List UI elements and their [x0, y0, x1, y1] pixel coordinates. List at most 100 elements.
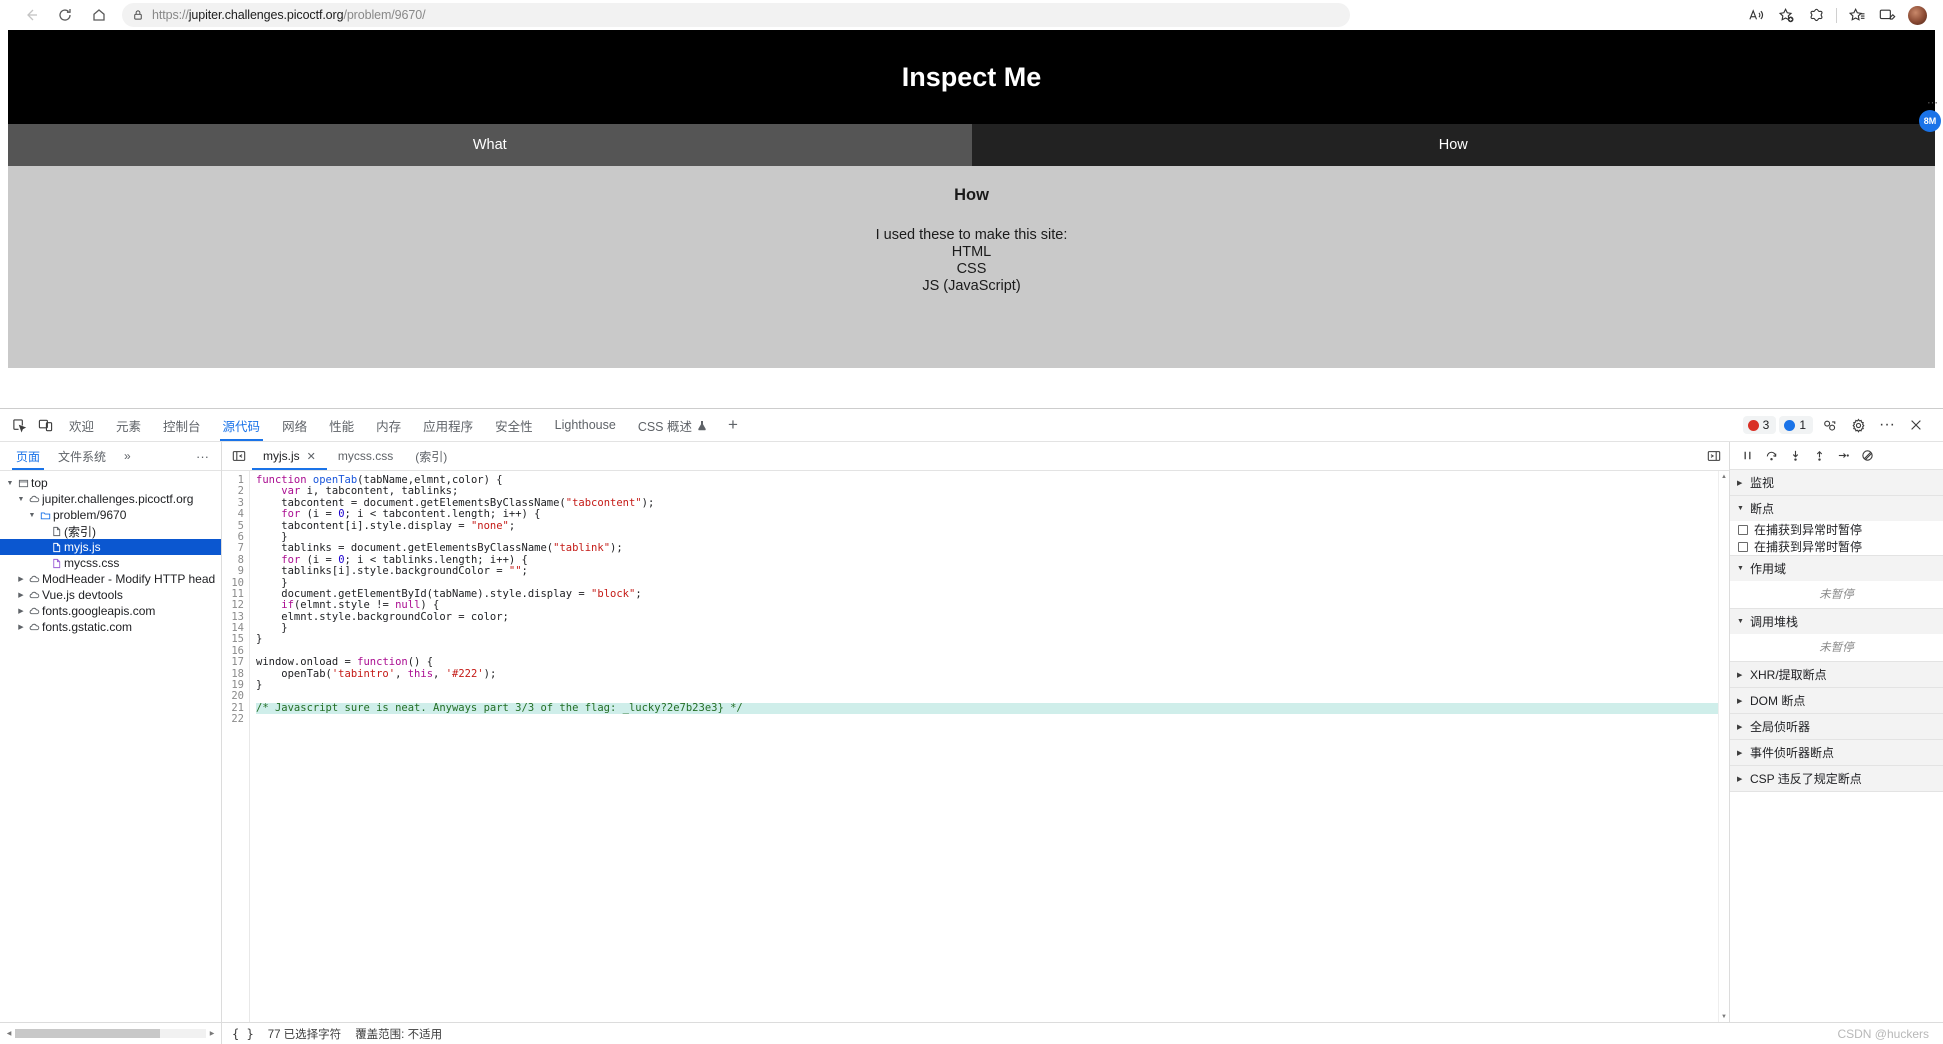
navigator-tab-filesystem[interactable]: 文件系统	[50, 442, 114, 470]
code-line[interactable]: tablinks[i].style.backgroundColor = "";	[256, 565, 1718, 577]
checkbox-icon[interactable]	[1738, 541, 1748, 552]
code-line-highlighted[interactable]: /* Javascript sure is neat. Anyways part…	[256, 702, 1718, 715]
tab-css-overview[interactable]: CSS 概述	[627, 409, 718, 441]
hscroll-track[interactable]	[15, 1029, 206, 1038]
browser-essentials-icon[interactable]	[1801, 2, 1831, 28]
file-tree-item[interactable]: ▼ top	[0, 475, 221, 491]
navigator-tab-page[interactable]: 页面	[8, 442, 48, 470]
debugger-section-header[interactable]: ▶ 监视	[1730, 470, 1943, 495]
file-tree-item[interactable]: ▶ fonts.gstatic.com	[0, 619, 221, 635]
breakpoint-checkbox-row[interactable]: 在捕获到异常时暂停	[1730, 521, 1943, 538]
file-tree-item[interactable]: ▼ jupiter.challenges.picoctf.org	[0, 491, 221, 507]
close-icon[interactable]	[1903, 412, 1929, 438]
read-aloud-icon[interactable]	[1741, 2, 1771, 28]
device-toolbar-icon[interactable]	[32, 412, 58, 438]
editor-tab-index[interactable]: (索引)	[404, 442, 458, 470]
line-number[interactable]: 4	[222, 508, 244, 520]
code-editor[interactable]: 1 2 3 4 5 6 7 8 9 10 11 12 13 14 15 16 17 18 19 20 21 22 func…	[222, 471, 1729, 1022]
file-tree-item[interactable]: (索引)	[0, 523, 221, 539]
line-number[interactable]: 22	[222, 713, 244, 725]
debugger-section-header[interactable]: ▶ DOM 断点	[1730, 688, 1943, 713]
step-out-icon[interactable]	[1808, 445, 1830, 467]
checkbox-icon[interactable]	[1738, 524, 1748, 535]
reload-button[interactable]	[48, 2, 82, 28]
debugger-section-header[interactable]: ▼ 断点	[1730, 496, 1943, 521]
add-favorite-icon[interactable]	[1771, 2, 1801, 28]
debugger-section-header[interactable]: ▶ 事件侦听器断点	[1730, 740, 1943, 765]
message-counter[interactable]: 1	[1779, 416, 1813, 434]
devtools-settings-alt-icon[interactable]	[1816, 412, 1842, 438]
extension-overflow-icon[interactable]: ⋯	[1927, 96, 1939, 109]
pretty-print-button[interactable]: { }	[232, 1027, 254, 1041]
pause-resume-icon[interactable]	[1736, 445, 1758, 467]
tab-performance[interactable]: 性能	[318, 409, 365, 441]
step-over-icon[interactable]	[1760, 445, 1782, 467]
step-icon[interactable]	[1832, 445, 1854, 467]
file-tree-item[interactable]: ▶ fonts.googleapis.com	[0, 603, 221, 619]
file-tree-item[interactable]: ▼ problem/9670	[0, 507, 221, 523]
editor-tab-mycss[interactable]: mycss.css	[327, 442, 404, 470]
breakpoint-checkbox-row[interactable]: 在捕获到异常时暂停	[1730, 538, 1943, 555]
tab-memory[interactable]: 内存	[365, 409, 412, 441]
line-number[interactable]: 12	[222, 599, 244, 611]
tab-sources[interactable]: 源代码	[212, 409, 272, 441]
tab-application[interactable]: 应用程序	[412, 409, 484, 441]
file-tree-item[interactable]: mycss.css	[0, 555, 221, 571]
step-into-icon[interactable]	[1784, 445, 1806, 467]
tab-network[interactable]: 网络	[271, 409, 318, 441]
page-tab-what[interactable]: What	[8, 124, 972, 166]
line-number[interactable]: 17	[222, 656, 244, 668]
navigator-horizontal-scrollbar[interactable]: ◀ ▶	[0, 1023, 222, 1044]
page-tab-how[interactable]: How	[971, 124, 1935, 166]
toggle-navigator-icon[interactable]	[226, 443, 252, 469]
toggle-debugger-sidebar-icon[interactable]	[1707, 449, 1721, 463]
code-line[interactable]: openTab('tabintro', this, '#222');	[256, 668, 1718, 680]
split-screen-icon[interactable]	[1872, 2, 1902, 28]
address-bar[interactable]: https://jupiter.challenges.picoctf.org/p…	[122, 3, 1350, 27]
add-panel-button[interactable]: +	[718, 409, 748, 441]
tab-console[interactable]: 控制台	[152, 409, 212, 441]
tree-collapse-icon[interactable]: ▼	[4, 480, 16, 487]
back-button[interactable]	[14, 2, 48, 28]
file-tree-item[interactable]: ▶ Vue.js devtools	[0, 587, 221, 603]
debugger-section-header[interactable]: ▼ 作用域	[1730, 556, 1943, 581]
tree-expand-icon[interactable]: ▶	[15, 591, 27, 599]
code-text[interactable]: function openTab(tabName,elmnt,color) { …	[250, 471, 1718, 1022]
code-line[interactable]	[256, 714, 1718, 725]
scroll-up-arrow-icon[interactable]: ▲	[1719, 471, 1729, 482]
navigator-more-menu-icon[interactable]: ···	[196, 449, 213, 464]
file-tree-item[interactable]: ▶ ModHeader - Modify HTTP head	[0, 571, 221, 587]
editor-tab-myjs[interactable]: myjs.js ✕	[252, 442, 327, 470]
tree-expand-icon[interactable]: ▶	[15, 607, 27, 615]
tab-welcome[interactable]: 欢迎	[58, 409, 105, 441]
more-options-icon[interactable]: ···	[1874, 412, 1900, 438]
error-counter[interactable]: 3	[1742, 416, 1777, 434]
code-line[interactable]: function openTab(tabName,elmnt,color) {	[256, 474, 1718, 486]
deactivate-breakpoints-icon[interactable]	[1856, 445, 1878, 467]
gear-icon[interactable]	[1845, 412, 1871, 438]
code-line[interactable]: document.getElementById(tabName).style.d…	[256, 588, 1718, 600]
debugger-section-header[interactable]: ▶ CSP 违反了规定断点	[1730, 766, 1943, 791]
line-number[interactable]: 9	[222, 565, 244, 577]
file-tree-item-selected[interactable]: myjs.js	[0, 539, 221, 555]
tab-security[interactable]: 安全性	[484, 409, 544, 441]
code-line[interactable]: }	[256, 622, 1718, 634]
code-line[interactable]: }	[256, 679, 1718, 691]
debugger-section-header[interactable]: ▶ 全局侦听器	[1730, 714, 1943, 739]
editor-vertical-scrollbar[interactable]: ▲ ▼	[1718, 471, 1729, 1022]
code-line[interactable]: tabcontent[i].style.display = "none";	[256, 520, 1718, 532]
code-line[interactable]: }	[256, 634, 1718, 645]
scroll-left-arrow-icon[interactable]: ◀	[3, 1030, 15, 1037]
tree-collapse-icon[interactable]: ▼	[15, 496, 27, 503]
code-line[interactable]: elmnt.style.backgroundColor = color;	[256, 611, 1718, 623]
tab-elements[interactable]: 元素	[105, 409, 152, 441]
code-line[interactable]	[256, 646, 1718, 657]
tab-lighthouse[interactable]: Lighthouse	[544, 409, 627, 441]
tree-collapse-icon[interactable]: ▼	[26, 512, 38, 519]
home-button[interactable]	[82, 2, 116, 28]
debugger-section-header[interactable]: ▼ 调用堆栈	[1730, 609, 1943, 634]
scroll-right-arrow-icon[interactable]: ▶	[206, 1030, 218, 1037]
inspect-element-icon[interactable]	[6, 412, 32, 438]
collections-icon[interactable]	[1842, 2, 1872, 28]
floating-badge[interactable]: 8M	[1919, 110, 1941, 132]
